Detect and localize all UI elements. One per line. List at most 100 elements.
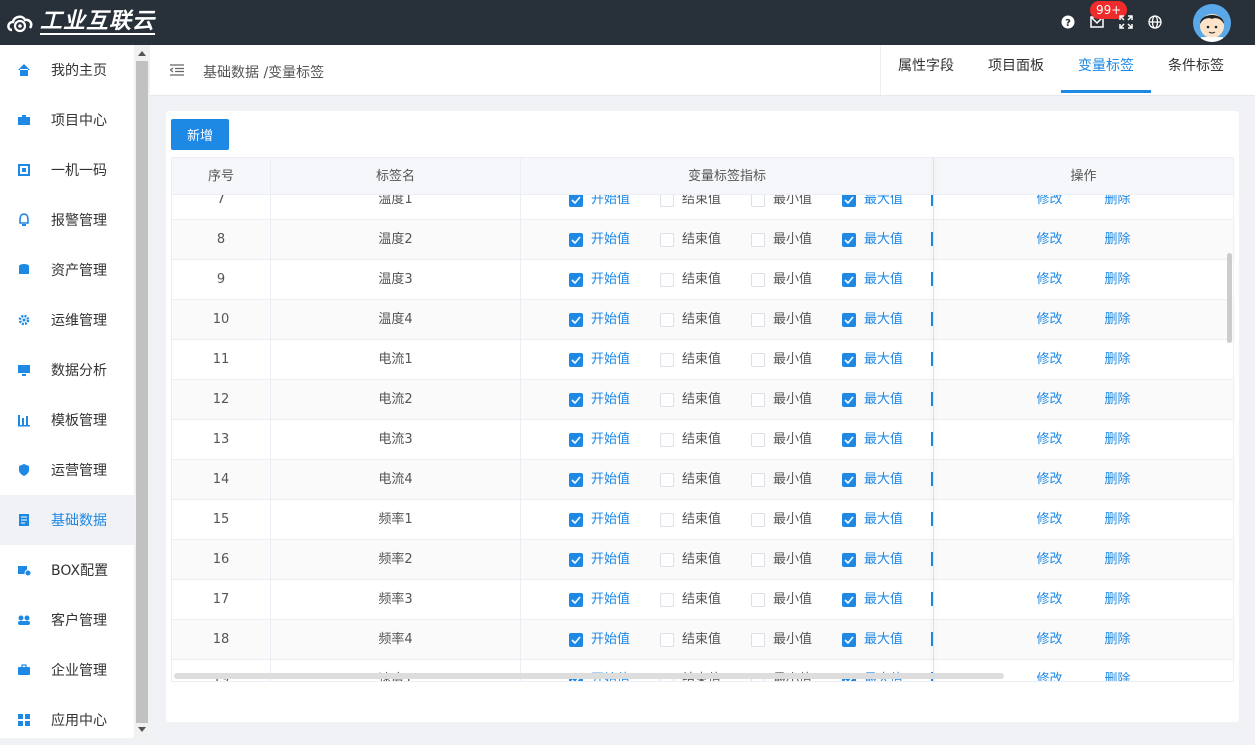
delete-link[interactable]: 删除 [1105,660,1131,681]
checkbox-box[interactable] [569,633,583,647]
edit-link[interactable]: 修改 [1036,580,1062,620]
delete-link[interactable]: 删除 [1105,380,1131,420]
checkbox-box[interactable] [569,393,583,407]
delete-link[interactable]: 删除 [1105,540,1131,580]
indicator-checkbox[interactable]: 结束值 [660,220,751,260]
checkbox-box[interactable] [751,233,765,247]
checkbox-box[interactable] [842,513,856,527]
indicator-checkbox[interactable]: 最小值 [751,300,842,340]
sidebar-item-9[interactable]: 基础数据 [0,495,134,545]
indicator-checkbox[interactable]: 最小值 [751,260,842,300]
checkbox-box[interactable] [842,593,856,607]
sidebar-item-12[interactable]: 企业管理 [0,645,134,695]
indicator-checkbox[interactable]: 最大值 [842,300,933,340]
sidebar-scrollbar[interactable] [134,45,150,738]
checkbox-box[interactable] [842,433,856,447]
globe-icon[interactable] [1147,14,1163,30]
sidebar-item-0[interactable]: 我的主页 [0,45,134,95]
checkbox-box[interactable] [569,513,583,527]
checkbox-box[interactable] [569,273,583,287]
indicator-checkbox[interactable]: 开始值 [569,195,660,220]
checkbox-box[interactable] [569,233,583,247]
checkbox-box[interactable] [660,393,674,407]
indicator-checkbox[interactable]: 结束值 [660,340,751,380]
indicator-checkbox[interactable]: 开始值 [569,460,660,500]
checkbox-box[interactable] [660,233,674,247]
checkbox-box[interactable] [842,273,856,287]
sidebar-item-3[interactable]: 报警管理 [0,195,134,245]
indicator-checkbox[interactable]: 最大值 [842,620,933,660]
indicator-checkbox[interactable]: 结束值 [660,620,751,660]
checkbox-box[interactable] [569,313,583,327]
indicator-checkbox[interactable]: 开始值 [569,420,660,460]
checkbox-box[interactable] [660,313,674,327]
checkbox-box[interactable] [660,473,674,487]
delete-link[interactable]: 删除 [1105,460,1131,500]
indicator-checkbox[interactable]: 开始值 [569,380,660,420]
edit-link[interactable]: 修改 [1036,220,1062,260]
indicator-checkbox[interactable]: 最小值 [751,220,842,260]
edit-link[interactable]: 修改 [1036,620,1062,660]
checkbox-box[interactable] [751,633,765,647]
tab-project-panel[interactable]: 项目面板 [971,45,1061,93]
indicator-checkbox[interactable]: 最大值 [842,340,933,380]
vertical-scrollbar[interactable] [1227,253,1232,343]
delete-link[interactable]: 删除 [1105,260,1131,300]
checkbox-box[interactable] [569,195,583,207]
checkbox-box[interactable] [842,633,856,647]
app-logo[interactable]: 工业互联云 [6,8,156,38]
edit-link[interactable]: 修改 [1036,300,1062,340]
avatar[interactable] [1193,4,1231,42]
sidebar-item-1[interactable]: 项目中心 [0,95,134,145]
indicator-checkbox[interactable]: 最大值 [842,580,933,620]
edit-link[interactable]: 修改 [1036,380,1062,420]
edit-link[interactable]: 修改 [1036,260,1062,300]
checkbox-box[interactable] [569,353,583,367]
help-icon[interactable]: ? [1060,14,1076,30]
add-button[interactable]: 新增 [171,119,229,150]
edit-link[interactable]: 修改 [1036,340,1062,380]
delete-link[interactable]: 删除 [1105,580,1131,620]
indicator-checkbox[interactable]: 结束值 [660,380,751,420]
sidebar-item-10[interactable]: BOX配置 [0,545,134,595]
edit-link[interactable]: 修改 [1036,540,1062,580]
indicator-checkbox[interactable]: 最小值 [751,460,842,500]
indicator-checkbox[interactable]: 结束值 [660,460,751,500]
checkbox-box[interactable] [842,313,856,327]
indicator-checkbox[interactable]: 开始值 [569,580,660,620]
checkbox-box[interactable] [842,473,856,487]
checkbox-box[interactable] [751,393,765,407]
edit-link[interactable]: 修改 [1036,500,1062,540]
checkbox-box[interactable] [842,353,856,367]
tab-condition-tags[interactable]: 条件标签 [1151,45,1241,93]
indicator-checkbox[interactable]: 最大值 [842,420,933,460]
indicator-checkbox[interactable]: 开始值 [569,540,660,580]
delete-link[interactable]: 删除 [1105,195,1131,220]
checkbox-box[interactable] [660,195,674,207]
indicator-checkbox[interactable]: 最大值 [842,500,933,540]
indicator-checkbox[interactable]: 结束值 [660,500,751,540]
edit-link[interactable]: 修改 [1036,195,1062,220]
edit-link[interactable]: 修改 [1036,660,1062,681]
delete-link[interactable]: 删除 [1105,340,1131,380]
checkbox-box[interactable] [569,553,583,567]
indicator-checkbox[interactable]: 最大值 [842,540,933,580]
indicator-checkbox[interactable]: 开始值 [569,220,660,260]
edit-link[interactable]: 修改 [1036,420,1062,460]
indicator-checkbox[interactable]: 最小值 [751,580,842,620]
indicator-checkbox[interactable]: 开始值 [569,340,660,380]
delete-link[interactable]: 删除 [1105,220,1131,260]
checkbox-box[interactable] [842,393,856,407]
tab-variable-tags[interactable]: 变量标签 [1061,45,1151,93]
sidebar-item-7[interactable]: 模板管理 [0,395,134,445]
checkbox-box[interactable] [842,195,856,207]
checkbox-box[interactable] [842,553,856,567]
checkbox-box[interactable] [660,433,674,447]
indicator-checkbox[interactable]: 开始值 [569,300,660,340]
checkbox-box[interactable] [569,593,583,607]
edit-link[interactable]: 修改 [1036,460,1062,500]
checkbox-box[interactable] [751,433,765,447]
indicator-checkbox[interactable]: 最小值 [751,195,842,220]
indicator-checkbox[interactable]: 最小值 [751,380,842,420]
indicator-checkbox[interactable]: 结束值 [660,300,751,340]
